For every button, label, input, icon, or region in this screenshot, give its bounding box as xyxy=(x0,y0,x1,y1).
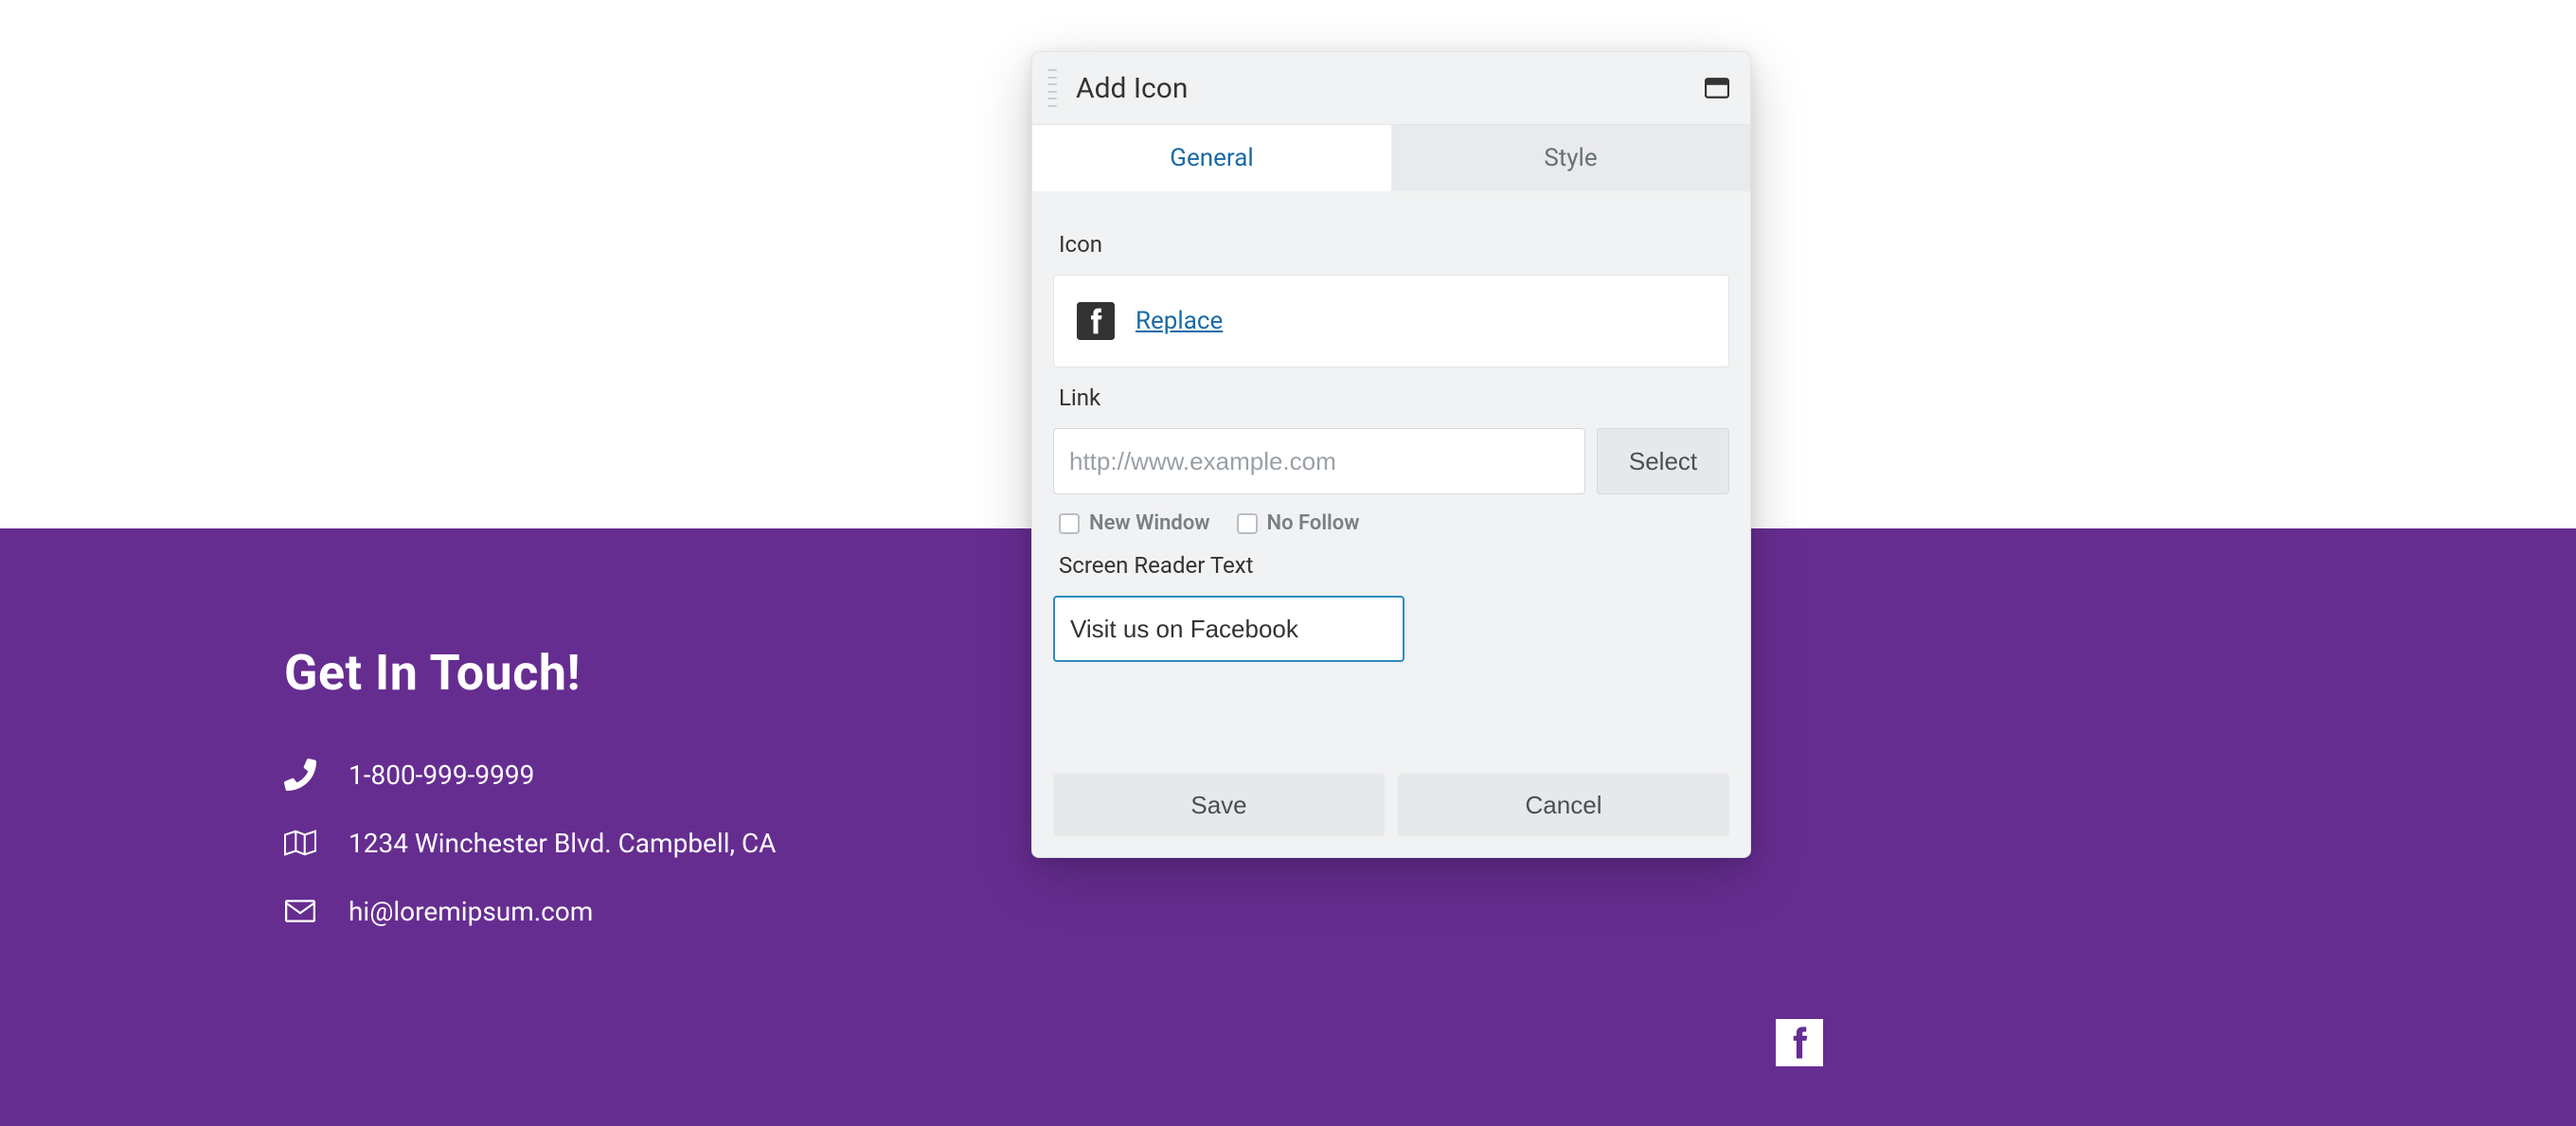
envelope-icon xyxy=(284,895,316,927)
modal-header: Add Icon xyxy=(1032,52,1750,124)
maximize-icon[interactable] xyxy=(1705,78,1729,98)
footer-address-row: 1234 Winchester Blvd. Campbell, CA xyxy=(284,827,776,859)
footer-email-row: hi@loremipsum.com xyxy=(284,895,776,927)
no-follow-label: No Follow xyxy=(1267,511,1360,535)
footer-section: Get In Touch! 1-800-999-9999 1234 Winche… xyxy=(284,644,776,963)
map-icon xyxy=(284,827,316,859)
add-icon-modal: Add Icon General Style Icon Replace Link… xyxy=(1031,51,1751,858)
replace-link[interactable]: Replace xyxy=(1136,307,1223,335)
new-window-label: New Window xyxy=(1089,511,1210,535)
footer-phone-text: 1-800-999-9999 xyxy=(349,760,534,791)
modal-tabbar: General Style xyxy=(1032,124,1750,191)
footer-title: Get In Touch! xyxy=(284,644,776,702)
tab-style[interactable]: Style xyxy=(1391,125,1750,191)
modal-title: Add Icon xyxy=(1076,72,1705,105)
footer-address-text: 1234 Winchester Blvd. Campbell, CA xyxy=(349,828,776,859)
select-button[interactable]: Select xyxy=(1597,428,1729,494)
no-follow-checkbox[interactable] xyxy=(1237,513,1258,534)
new-window-checkbox[interactable] xyxy=(1059,513,1080,534)
phone-icon xyxy=(284,759,316,791)
drag-handle-icon[interactable] xyxy=(1046,65,1059,111)
label-link: Link xyxy=(1059,384,1724,411)
icon-preview-card: Replace xyxy=(1053,275,1729,367)
save-button[interactable]: Save xyxy=(1053,774,1385,836)
tab-general[interactable]: General xyxy=(1032,125,1391,191)
facebook-footer-icon[interactable] xyxy=(1776,1019,1823,1066)
facebook-icon xyxy=(1077,302,1115,340)
link-input[interactable] xyxy=(1053,428,1585,494)
label-screen-reader: Screen Reader Text xyxy=(1059,552,1724,579)
footer-email-text: hi@loremipsum.com xyxy=(349,896,593,927)
label-icon: Icon xyxy=(1059,231,1724,258)
footer-phone-row: 1-800-999-9999 xyxy=(284,759,776,791)
screen-reader-input[interactable] xyxy=(1053,596,1404,662)
cancel-button[interactable]: Cancel xyxy=(1398,774,1729,836)
